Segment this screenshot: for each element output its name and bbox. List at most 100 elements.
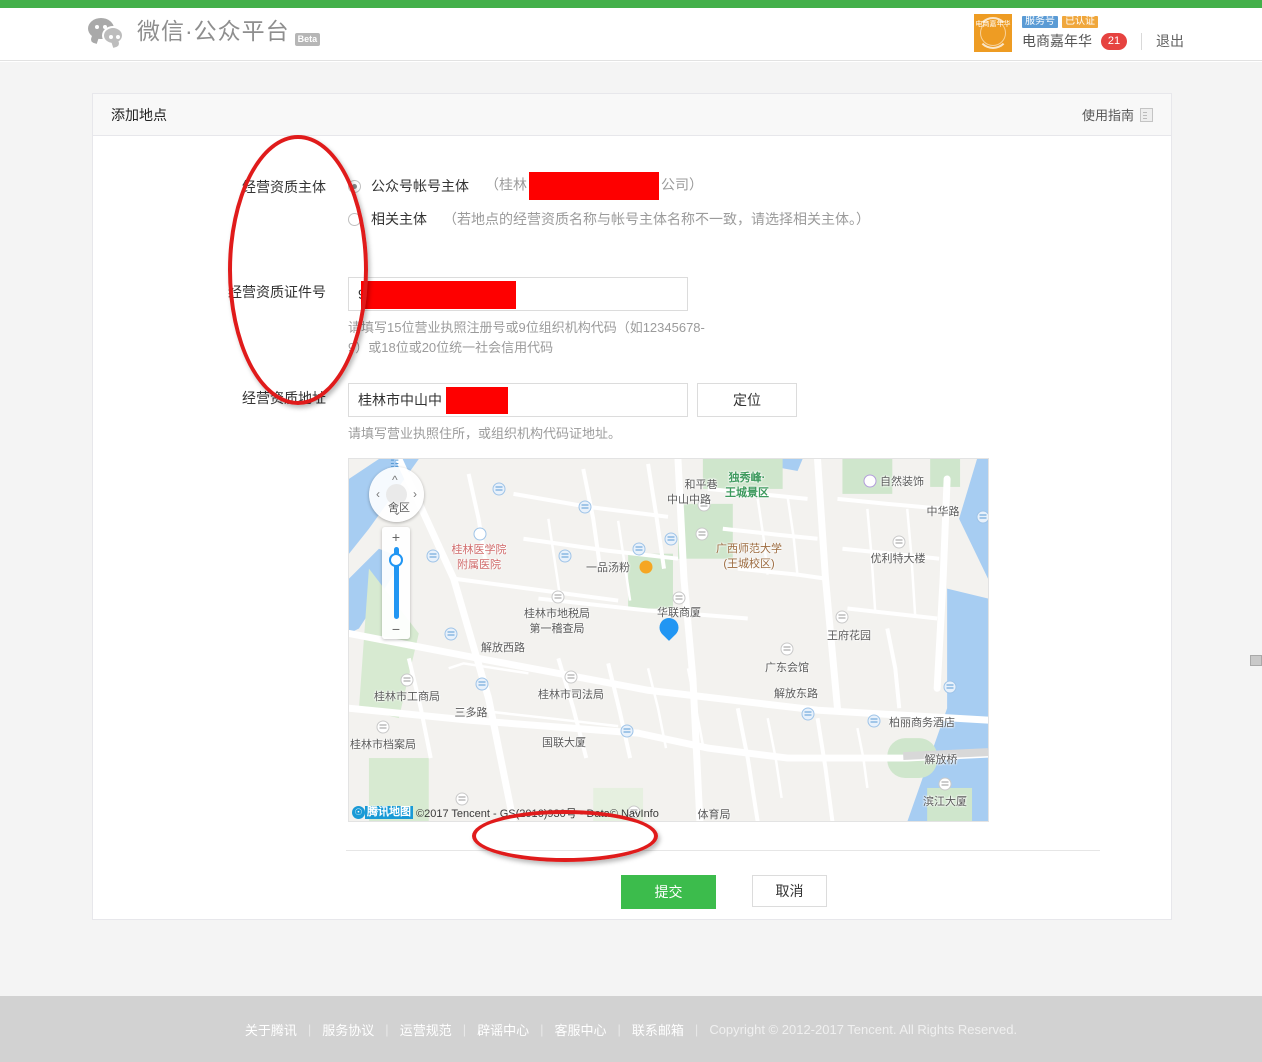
map-label: 王城景区 [725, 487, 769, 499]
radio-icon-unselected[interactable] [348, 212, 361, 226]
radio-icon-selected[interactable] [348, 179, 361, 193]
site-logo[interactable]: 微信·公众平台 Beta [88, 16, 321, 46]
map-label: 自然装饰 [880, 476, 924, 488]
tag-verified: 已认证 [1062, 15, 1098, 28]
footer-link[interactable]: 辟谣中心 [477, 1020, 529, 1039]
user-guide-link[interactable]: 使用指南 [1082, 105, 1153, 124]
footer-separator: | [540, 1021, 544, 1037]
map-poi-icon[interactable] [672, 591, 686, 605]
footer-copyright: Copyright © 2012-2017 Tencent. All Right… [709, 1021, 1018, 1037]
map-poi-icon[interactable] [564, 670, 578, 684]
map-poi-hospital-icon[interactable] [473, 527, 487, 541]
map-poi-icon[interactable] [400, 673, 414, 687]
map-poi-icon[interactable] [558, 549, 572, 563]
form-row-address: 经营资质地址 定位 请填写营业执照住所，或组织机构代码证地址。 [93, 383, 1171, 822]
label-subject: 经营资质主体 [242, 179, 326, 195]
logo-text: 微信·公众平台 [137, 18, 290, 44]
map-view[interactable]: ^ ⌄ ‹ › ☷ + − 独秀峰· 王城景区 广西师范大学 (王城校区) 自然… [348, 458, 989, 822]
map-label: 优利特大楼 [870, 553, 926, 565]
add-location-panel: 添加地点 使用指南 经营资质主体 公众号帐号主体 （桂林 公司） 相关主体 （若… [92, 93, 1172, 920]
header-divider [1141, 32, 1142, 50]
map-label: 华联商厦 [657, 607, 701, 619]
notification-badge[interactable]: 21 [1101, 32, 1127, 50]
map-poi-icon[interactable] [938, 777, 952, 791]
panel-header: 添加地点 使用指南 [93, 94, 1171, 136]
map-label: 舍区 [388, 502, 410, 514]
map-poi-icon[interactable] [664, 532, 678, 546]
brand-top-bar [0, 0, 1262, 8]
label-license: 经营资质证件号 [228, 284, 326, 300]
page-title: 添加地点 [111, 106, 167, 123]
pan-right-icon[interactable]: › [413, 488, 417, 500]
map-label: 国联大厦 [542, 737, 586, 749]
footer-separator: | [385, 1021, 389, 1037]
compass-icon[interactable]: ☷ [390, 459, 399, 470]
logout-button[interactable]: 退出 [1156, 31, 1184, 51]
footer-link[interactable]: 关于腾讯 [245, 1020, 297, 1039]
map-label: 桂林医学院 [451, 544, 507, 556]
avatar[interactable]: 电商嘉年华 [974, 14, 1012, 52]
map-poi-icon[interactable] [492, 482, 506, 496]
footer-links: 关于腾讯 | 服务协议 | 运营规范 | 辟谣中心 | 客服中心 | 联系邮箱 | Copyright … [245, 1020, 1017, 1039]
map-label: 三多路 [454, 707, 488, 719]
footer-link[interactable]: 客服中心 [555, 1020, 607, 1039]
map-poi-icon[interactable] [426, 549, 440, 563]
redaction-license-number [361, 281, 516, 309]
form-row-license: 经营资质证件号 请填写15位营业执照注册号或9位组织机构代码（如12345678… [93, 277, 1171, 358]
map-poi-icon[interactable] [632, 542, 646, 556]
footer-link[interactable]: 服务协议 [322, 1020, 374, 1039]
map-label: 中山中路 [667, 494, 711, 506]
map-poi-icon[interactable] [780, 642, 794, 656]
map-poi-icon[interactable] [863, 474, 877, 488]
map-poi-icon[interactable] [943, 680, 957, 694]
map-poi-icon[interactable] [695, 527, 709, 541]
radio-note-related-subject: （若地点的经营资质名称与帐号主体名称不一致，请选择相关主体。） [443, 211, 870, 227]
footer-link[interactable]: 联系邮箱 [632, 1020, 684, 1039]
map-label: 王府花园 [827, 630, 871, 642]
zoom-knob[interactable] [389, 553, 403, 567]
map-poi-icon[interactable] [835, 610, 849, 624]
map-poi-icon[interactable] [620, 724, 634, 738]
map-poi-icon[interactable] [867, 714, 881, 728]
radio-option-related-subject[interactable]: 相关主体 （若地点的经营资质名称与帐号主体名称不一致，请选择相关主体。） [348, 205, 1171, 233]
map-zoom-slider[interactable]: + − [382, 527, 410, 639]
redaction-company-name [529, 172, 659, 200]
document-icon [1140, 107, 1153, 122]
account-name[interactable]: 电商嘉年华 [1022, 31, 1092, 51]
address-input[interactable] [348, 383, 688, 417]
map-location-marker[interactable] [655, 614, 683, 644]
map-label: 桂林市档案局 [350, 739, 416, 751]
map-poi-icon[interactable] [976, 510, 988, 524]
map-label: 广西师范大学 [716, 543, 782, 555]
license-hint: 请填写15位营业执照注册号或9位组织机构代码（如12345678-9）或18位或… [348, 320, 705, 355]
map-label: 桂林市司法局 [538, 689, 604, 701]
map-poi-icon[interactable] [551, 590, 565, 604]
attribution-text: ©2017 Tencent - GS(2016)930号 - Data© Nav… [416, 807, 659, 820]
radio-label-related-subject: 相关主体 [371, 211, 427, 227]
form-divider [346, 850, 1100, 851]
page-root: 微信·公众平台 Beta 电商嘉年华 服务号 已认证 电商嘉年华 21 退出 添… [0, 0, 1262, 1062]
note-prefix: （桂林 [485, 176, 527, 193]
map-poi-icon[interactable] [475, 677, 489, 691]
pan-left-icon[interactable]: ‹ [376, 488, 380, 500]
map-label: 柏丽商务酒店 [889, 717, 955, 729]
account-tags: 服务号 已认证 [1022, 15, 1184, 28]
map-label: 滨江大厦 [923, 796, 967, 808]
map-poi-icon[interactable] [444, 627, 458, 641]
map-poi-icon[interactable] [801, 707, 815, 721]
map-poi-icon[interactable] [578, 500, 592, 514]
map-poi-restaurant-icon[interactable] [639, 560, 653, 574]
map-poi-icon[interactable] [376, 720, 390, 734]
radio-option-account-subject[interactable]: 公众号帐号主体 （桂林 公司） [348, 172, 1171, 200]
submit-button[interactable]: 提交 [621, 875, 716, 909]
scrollbar-artifact[interactable] [1250, 655, 1262, 666]
cancel-button[interactable]: 取消 [752, 875, 827, 907]
map-poi-icon[interactable] [892, 535, 906, 549]
map-label: 第一稽查局 [529, 623, 585, 635]
radio-label-account-subject: 公众号帐号主体 [371, 178, 469, 194]
locate-button[interactable]: 定位 [697, 383, 797, 417]
zoom-in-button[interactable]: + [382, 529, 410, 545]
pan-up-icon[interactable]: ^ [392, 474, 398, 486]
footer-link[interactable]: 运营规范 [400, 1020, 452, 1039]
zoom-out-button[interactable]: − [382, 621, 410, 637]
